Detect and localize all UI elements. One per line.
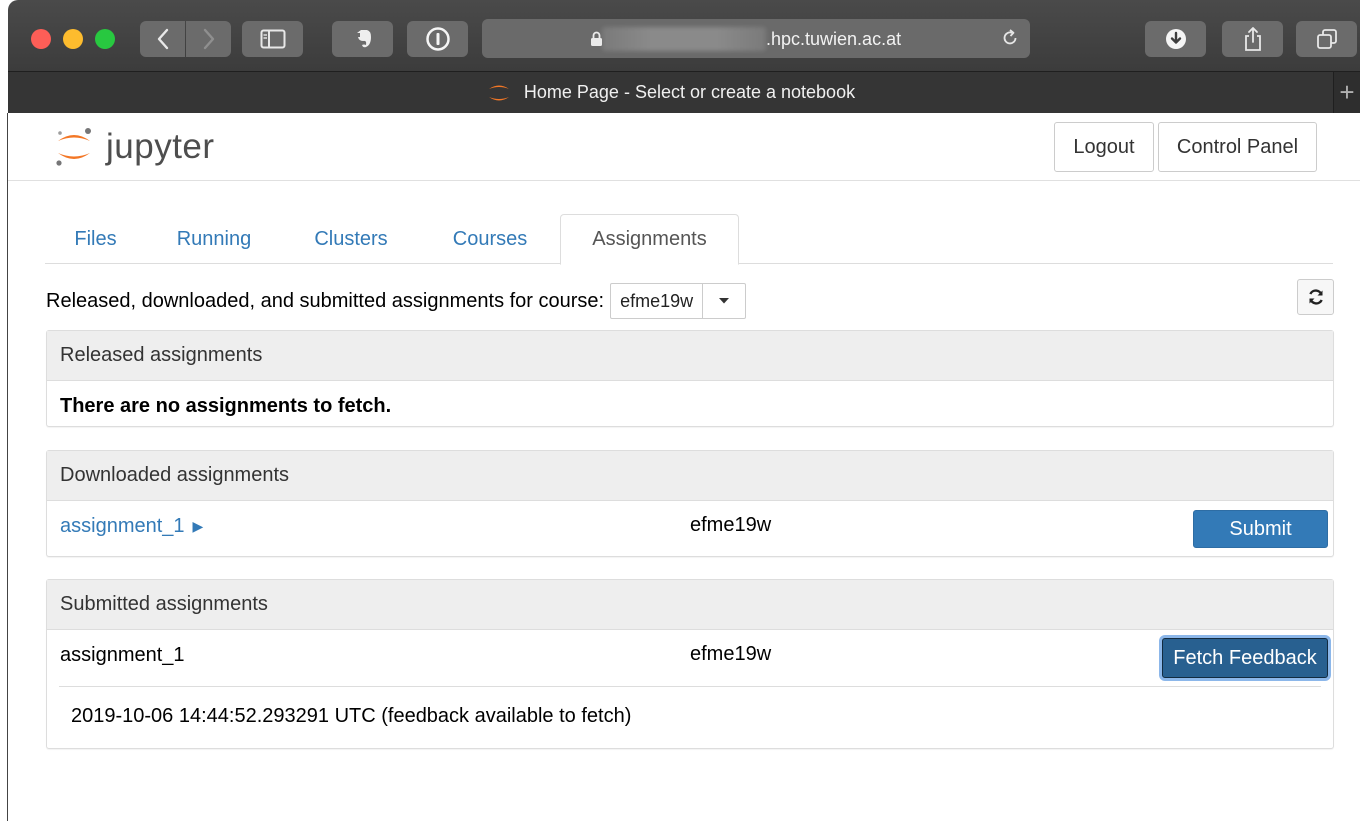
reload-icon[interactable]	[1000, 28, 1020, 48]
logout-button[interactable]: Logout	[1054, 122, 1154, 172]
submit-button[interactable]: Submit	[1193, 510, 1328, 548]
tab-running[interactable]: Running	[146, 214, 282, 264]
submitted-assignment-course: efme19w	[690, 643, 772, 665]
share-icon	[1244, 27, 1261, 51]
jupyter-logo-text: jupyter	[106, 127, 215, 166]
tab-files[interactable]: Files	[45, 214, 146, 264]
download-icon	[1165, 29, 1186, 49]
share-button[interactable]	[1222, 21, 1283, 57]
password-manager-button[interactable]	[407, 21, 468, 57]
released-empty-row: There are no assignments to fetch.	[47, 381, 1333, 431]
refresh-button[interactable]	[1297, 279, 1334, 315]
browser-tab-title: Home Page - Select or create a notebook	[523, 82, 856, 102]
downloaded-assignments-heading: Downloaded assignments	[47, 451, 1333, 501]
zoom-window-button[interactable]	[95, 29, 115, 49]
browser-tab[interactable]: Home Page - Select or create a notebook	[8, 72, 1333, 113]
caret-down-icon	[703, 297, 745, 305]
back-button[interactable]	[140, 21, 185, 57]
redacted-hostname	[602, 27, 766, 51]
evernote-extension-button[interactable]	[332, 21, 393, 57]
released-assignments-panel: Released assignments There are no assign…	[46, 330, 1334, 427]
course-selector-label: Released, downloaded, and submitted assi…	[46, 289, 605, 312]
downloaded-assignment-link[interactable]: assignment_1 ▶	[60, 515, 203, 538]
new-tab-button[interactable]: +	[1333, 72, 1360, 113]
course-select-value: efme19w	[611, 284, 704, 318]
close-window-button[interactable]	[31, 29, 51, 49]
downloaded-assignment-course: efme19w	[690, 514, 772, 536]
forward-button[interactable]	[186, 21, 231, 57]
lock-icon	[591, 31, 602, 46]
jupyter-page: jupyter Logout Control Panel Files Runni…	[8, 113, 1360, 821]
submitted-assignment-row: assignment_1 efme19w Fetch Feedback	[47, 630, 1333, 680]
caret-right-icon: ▶	[192, 517, 204, 534]
tab-assignments[interactable]: Assignments	[560, 214, 739, 265]
evernote-icon	[355, 30, 371, 48]
browser-toolbar: .hpc.tuwien.ac.at	[8, 0, 1360, 71]
tab-clusters[interactable]: Clusters	[282, 214, 420, 264]
sidebar-icon	[260, 29, 285, 49]
downloaded-assignment-name: assignment_1	[60, 514, 185, 537]
refresh-icon	[1308, 289, 1323, 305]
browser-tab-bar: Home Page - Select or create a notebook …	[8, 71, 1360, 113]
downloaded-assignment-row: assignment_1 ▶ efme19w Submit	[47, 501, 1333, 551]
control-panel-button[interactable]: Control Panel	[1158, 122, 1317, 172]
jupyter-favicon-icon	[488, 85, 509, 100]
chevron-right-icon	[203, 28, 214, 50]
sidebar-toggle-button[interactable]	[242, 21, 303, 57]
released-empty-message: There are no assignments to fetch.	[60, 394, 392, 417]
jupyter-logo-icon	[56, 128, 91, 166]
show-tabs-button[interactable]	[1296, 21, 1357, 57]
main-tabs: Files Running Clusters Courses Assignmen…	[45, 214, 1333, 265]
downloads-button[interactable]	[1145, 21, 1206, 57]
tabs-overview-icon	[1316, 29, 1337, 49]
released-assignments-heading: Released assignments	[47, 331, 1333, 381]
downloaded-assignments-panel: Downloaded assignments assignment_1 ▶ ef…	[46, 450, 1334, 557]
fetch-feedback-button[interactable]: Fetch Feedback	[1162, 638, 1328, 678]
chevron-left-icon	[157, 28, 168, 50]
1password-icon	[425, 27, 450, 51]
submitted-assignments-panel: Submitted assignments assignment_1 efme1…	[46, 579, 1334, 749]
jupyter-logo[interactable]: jupyter	[52, 125, 215, 169]
minimize-window-button[interactable]	[63, 29, 83, 49]
submission-timestamp: 2019-10-06 14:44:52.293291 UTC (feedback…	[59, 686, 1321, 746]
jupyter-header: jupyter Logout Control Panel	[8, 113, 1360, 181]
course-select[interactable]: efme19w	[610, 283, 747, 319]
tab-courses[interactable]: Courses	[420, 214, 560, 264]
address-bar[interactable]: .hpc.tuwien.ac.at	[482, 19, 1030, 58]
url-text: .hpc.tuwien.ac.at	[766, 29, 902, 49]
submitted-assignments-heading: Submitted assignments	[47, 580, 1333, 630]
course-selector-row: Released, downloaded, and submitted assi…	[46, 283, 747, 319]
submitted-assignment-name: assignment_1	[60, 643, 185, 666]
